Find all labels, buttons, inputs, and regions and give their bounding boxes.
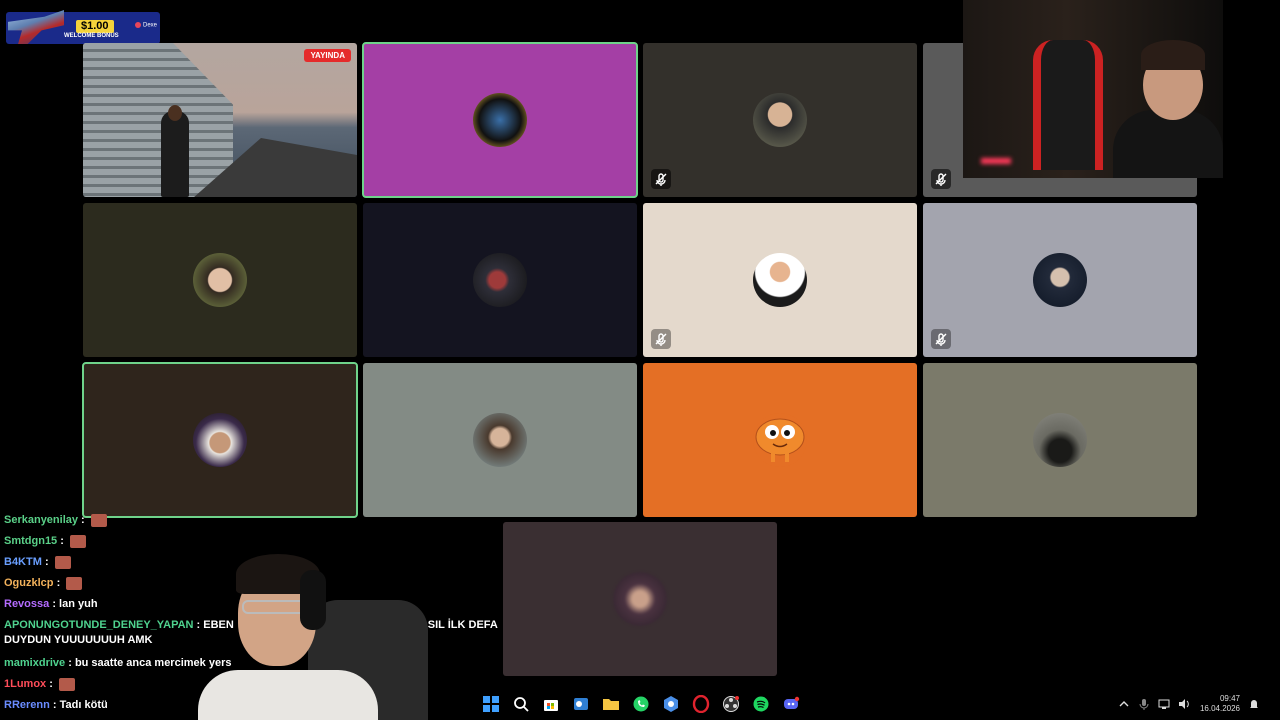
chat-username: RRerenn	[4, 699, 50, 711]
taskbar	[480, 691, 802, 717]
microphone-icon[interactable]	[1138, 698, 1150, 710]
avatar	[753, 413, 807, 467]
webcam-streamer	[158, 540, 438, 720]
opera-icon[interactable]	[690, 693, 712, 715]
tile-participant-10[interactable]	[363, 363, 637, 517]
avatar	[473, 93, 527, 147]
tile-participant-8[interactable]	[923, 203, 1197, 357]
tile-participant-11[interactable]	[643, 363, 917, 517]
whatsapp-icon[interactable]	[630, 693, 652, 715]
promo-amount: $1.00	[76, 20, 114, 33]
game-character	[161, 111, 189, 197]
tile-participant-12[interactable]	[923, 363, 1197, 517]
promo-brand: Dexe	[135, 22, 157, 29]
promo-bonus-text: WELCOME BONUS	[64, 33, 119, 39]
chat-username: Smtdgn15	[4, 535, 58, 547]
network-icon[interactable]	[1158, 698, 1170, 710]
clock-date: 16.04.2026	[1199, 704, 1240, 713]
chat-username: B4KTM	[4, 556, 42, 568]
promo-banner[interactable]: $1.00 WELCOME BONUS Dexe	[6, 10, 160, 44]
emote-icon	[58, 677, 75, 691]
chat-text: Tadı kötü	[59, 699, 108, 711]
spotify-icon[interactable]	[750, 693, 772, 715]
chat-username: 1Lumox	[4, 678, 47, 690]
emote-icon	[69, 534, 86, 548]
avatar	[1033, 253, 1087, 307]
streamer-shirt	[198, 670, 378, 720]
tile-game-stream[interactable]: YAYINDA	[83, 43, 357, 197]
avatar	[753, 253, 807, 307]
clock-time: 09:47	[1219, 694, 1240, 703]
avatar	[1033, 413, 1087, 467]
search-icon[interactable]	[510, 693, 532, 715]
emote-icon	[66, 576, 83, 590]
chat-message: Serkanyenilay :	[4, 510, 444, 531]
led-strip	[981, 158, 1011, 164]
avatar	[613, 572, 667, 626]
tile-participant-6[interactable]	[363, 203, 637, 357]
game-stairs	[83, 43, 233, 197]
chat-username: Revossa	[4, 598, 50, 610]
avatar	[753, 93, 807, 147]
tile-participant-5[interactable]	[83, 203, 357, 357]
avatar	[473, 253, 527, 307]
tile-participant-9[interactable]	[82, 362, 358, 518]
store-icon[interactable]	[540, 693, 562, 715]
mic-muted-icon	[651, 329, 671, 349]
app-blue-icon[interactable]	[660, 693, 682, 715]
discord-icon[interactable]	[780, 693, 802, 715]
avatar	[473, 413, 527, 467]
tile-participant-2[interactable]	[362, 42, 638, 198]
chat-username: Oguzklcp	[4, 577, 54, 589]
chat-text: lan yuh	[59, 598, 98, 610]
tile-participant-7[interactable]	[643, 203, 917, 357]
cartoon-fish-icon	[755, 418, 805, 462]
windows-start-icon[interactable]	[480, 693, 502, 715]
chat-username: Serkanyenilay	[4, 514, 78, 526]
avatar	[193, 413, 247, 467]
mic-muted-icon	[931, 329, 951, 349]
tile-participant-13[interactable]	[503, 522, 777, 676]
chevron-up-icon[interactable]	[1118, 698, 1130, 710]
chat-text: DUYDUN YUUUUUUUH AMK	[4, 634, 153, 646]
streamer-hair	[1141, 40, 1205, 70]
tile-participant-3[interactable]	[643, 43, 917, 197]
webcam-top-right	[963, 0, 1223, 178]
notification-icon[interactable]	[1248, 698, 1260, 710]
emote-icon	[90, 513, 107, 527]
streamer-body	[1113, 110, 1223, 178]
gaming-chair	[1033, 40, 1103, 170]
live-badge: YAYINDA	[304, 49, 351, 62]
outlook-icon[interactable]	[570, 693, 592, 715]
mic-muted-icon	[931, 169, 951, 189]
file-explorer-icon[interactable]	[600, 693, 622, 715]
emote-icon	[54, 555, 71, 569]
chat-username: mamixdrive	[4, 657, 66, 669]
gun-graphic	[8, 10, 64, 44]
system-tray: 09:47 16.04.2026	[1118, 694, 1260, 714]
obs-icon[interactable]	[720, 693, 742, 715]
volume-icon[interactable]	[1178, 698, 1190, 710]
headset	[300, 570, 326, 630]
mic-muted-icon	[651, 169, 671, 189]
avatar	[193, 253, 247, 307]
game-character-head	[168, 105, 182, 121]
clock[interactable]: 09:47 16.04.2026	[1200, 694, 1240, 714]
